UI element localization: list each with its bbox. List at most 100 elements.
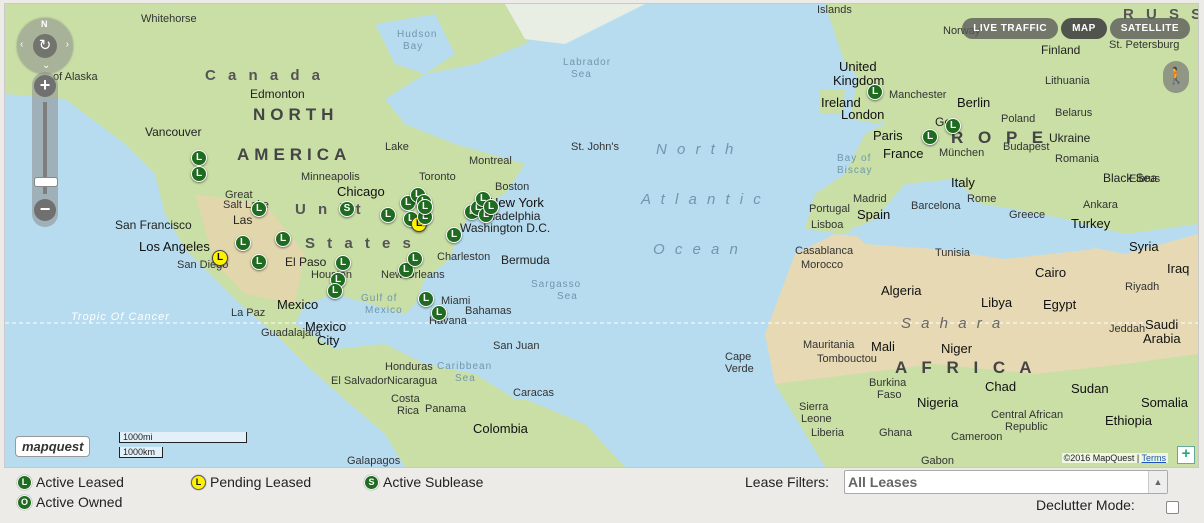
label-madrid: Madrid	[853, 193, 887, 205]
pan-left-icon[interactable]: ‹	[20, 39, 23, 50]
label-alaska: of Alaska	[53, 71, 98, 83]
property-marker-active-leased[interactable]: L	[431, 305, 447, 321]
pan-right-icon[interactable]: ›	[66, 39, 69, 50]
label-syria: Syria	[1129, 239, 1159, 254]
label-portugal: Portugal	[809, 203, 850, 215]
map-view[interactable]: C a n a d a NORTH AMERICA U n i t S t a …	[4, 3, 1199, 468]
pan-down-icon[interactable]: ⌄	[42, 60, 50, 71]
label-mauritania: Mauritania	[803, 339, 855, 351]
label-sierra-1: Sierra	[799, 401, 829, 413]
property-marker-active-leased[interactable]: L	[446, 227, 462, 243]
lease-filters-label: Lease Filters:	[745, 474, 830, 490]
label-costa-rica-1: Costa	[391, 393, 420, 405]
label-montreal: Montreal	[469, 155, 512, 167]
label-casablanca: Casablanca	[795, 245, 854, 257]
label-tropic: Tropic Of Cancer	[71, 311, 170, 323]
legend-label: Active Leased	[36, 474, 124, 490]
label-edmonton: Edmonton	[250, 87, 305, 101]
legend-label: Active Sublease	[383, 474, 484, 490]
zoom-control: + −	[32, 72, 58, 227]
property-marker-active-leased[interactable]: L	[483, 199, 499, 215]
property-marker-active-leased[interactable]: L	[380, 207, 396, 223]
property-marker-active-leased[interactable]: L	[191, 150, 207, 166]
label-honduras: Honduras	[385, 361, 433, 373]
label-lake: Lake	[385, 141, 409, 153]
label-st-johns: St. John's	[571, 141, 619, 153]
label-burkina-2: Faso	[877, 389, 902, 401]
label-boston: Boston	[495, 181, 530, 193]
label-caracas: Caracas	[513, 387, 554, 399]
street-view-person-icon[interactable]: 🚶	[1163, 61, 1189, 93]
terms-link[interactable]: Terms	[1142, 453, 1167, 463]
label-lisboa: Lisboa	[811, 219, 844, 231]
satellite-view-button[interactable]: SATELLITE	[1109, 18, 1190, 39]
map-view-buttons: LIVE TRAFFIC MAP SATELLITE	[962, 18, 1190, 39]
label-iraq: Iraq	[1167, 261, 1190, 276]
property-marker-active-leased[interactable]: L	[235, 235, 251, 251]
property-marker-active-leased[interactable]: L	[251, 201, 267, 217]
label-elbrus: Elbrus	[1129, 173, 1161, 185]
label-toronto: Toronto	[419, 171, 456, 183]
live-traffic-button[interactable]: LIVE TRAFFIC	[962, 18, 1059, 39]
legend-pending-leased: L Pending Leased	[191, 474, 311, 490]
property-marker-pending-leased[interactable]: L	[212, 250, 228, 266]
label-north: NORTH	[253, 105, 339, 124]
dropdown-arrow-icon[interactable]: ▲	[1148, 471, 1167, 493]
label-barcelona: Barcelona	[911, 200, 961, 212]
property-marker-active-leased[interactable]: L	[417, 199, 433, 215]
north-indicator: N	[41, 19, 48, 29]
label-ankara: Ankara	[1083, 199, 1118, 211]
label-hudson-2: Bay	[403, 41, 424, 52]
active-leased-icon: L	[17, 474, 32, 490]
copyright-text: ©2016 MapQuest |	[1063, 453, 1140, 463]
legend-label: Active Owned	[36, 494, 123, 510]
label-costa-rica-2: Rica	[397, 405, 420, 417]
property-marker-active-leased[interactable]: L	[867, 84, 883, 100]
label-biscay-2: Biscay	[837, 165, 873, 176]
property-marker-active-leased[interactable]: L	[327, 283, 343, 299]
label-canada: C a n a d a	[205, 67, 325, 84]
property-marker-active-leased[interactable]: L	[407, 251, 423, 267]
label-washington: Washington D.C.	[460, 221, 551, 235]
label-hudson-1: Hudson	[397, 29, 438, 40]
label-riyadh: Riyadh	[1125, 281, 1160, 293]
label-cape-verde-1: Cape	[725, 351, 752, 363]
label-nigeria: Nigeria	[917, 395, 959, 410]
compass-control[interactable]: N ‹ › ⌄ ↻	[17, 18, 73, 74]
label-africa: A F R I C A	[895, 358, 1037, 377]
property-marker-active-leased[interactable]: L	[191, 166, 207, 182]
label-liberia: Liberia	[811, 427, 845, 439]
label-turkey: Turkey	[1071, 216, 1111, 231]
label-france: France	[883, 146, 924, 161]
label-whitehorse: Whitehorse	[141, 13, 197, 25]
label-saudi-2: Arabia	[1143, 331, 1181, 346]
label-ocean-north: N o r t h	[656, 141, 737, 158]
label-algeria: Algeria	[881, 283, 922, 298]
legend-active-owned: O Active Owned	[17, 494, 122, 510]
property-marker-active-leased[interactable]: L	[335, 255, 351, 271]
property-marker-active-leased[interactable]: L	[945, 118, 961, 134]
property-marker-active-leased[interactable]: L	[275, 231, 291, 247]
declutter-mode-checkbox[interactable]	[1166, 501, 1179, 514]
lease-filters-select[interactable]: All Leases ▲	[844, 470, 1168, 494]
rotate-icon[interactable]: ↻	[33, 34, 57, 58]
lease-filters-value: All Leases	[848, 474, 918, 490]
label-manchester: Manchester	[889, 89, 947, 101]
label-states: S t a t e s	[305, 235, 415, 252]
label-sierra-2: Leone	[801, 413, 832, 425]
property-marker-active-leased[interactable]: L	[418, 291, 434, 307]
map-view-button[interactable]: MAP	[1061, 18, 1107, 39]
label-mexico: Mexico	[277, 297, 319, 312]
label-ghana: Ghana	[879, 427, 913, 439]
property-marker-active-sublease[interactable]: S	[339, 201, 355, 217]
label-el-salvador: El Salvador	[331, 375, 388, 387]
label-lithuania: Lithuania	[1045, 75, 1090, 87]
expand-button[interactable]: +	[1177, 446, 1195, 464]
label-biscay-1: Bay of	[837, 153, 872, 164]
property-marker-active-leased[interactable]: L	[922, 129, 938, 145]
zoom-slider-handle[interactable]	[34, 177, 58, 187]
zoom-out-button[interactable]: −	[34, 199, 56, 221]
property-marker-active-leased[interactable]: L	[251, 254, 267, 270]
label-america: AMERICA	[237, 145, 352, 164]
zoom-in-button[interactable]: +	[34, 75, 56, 97]
